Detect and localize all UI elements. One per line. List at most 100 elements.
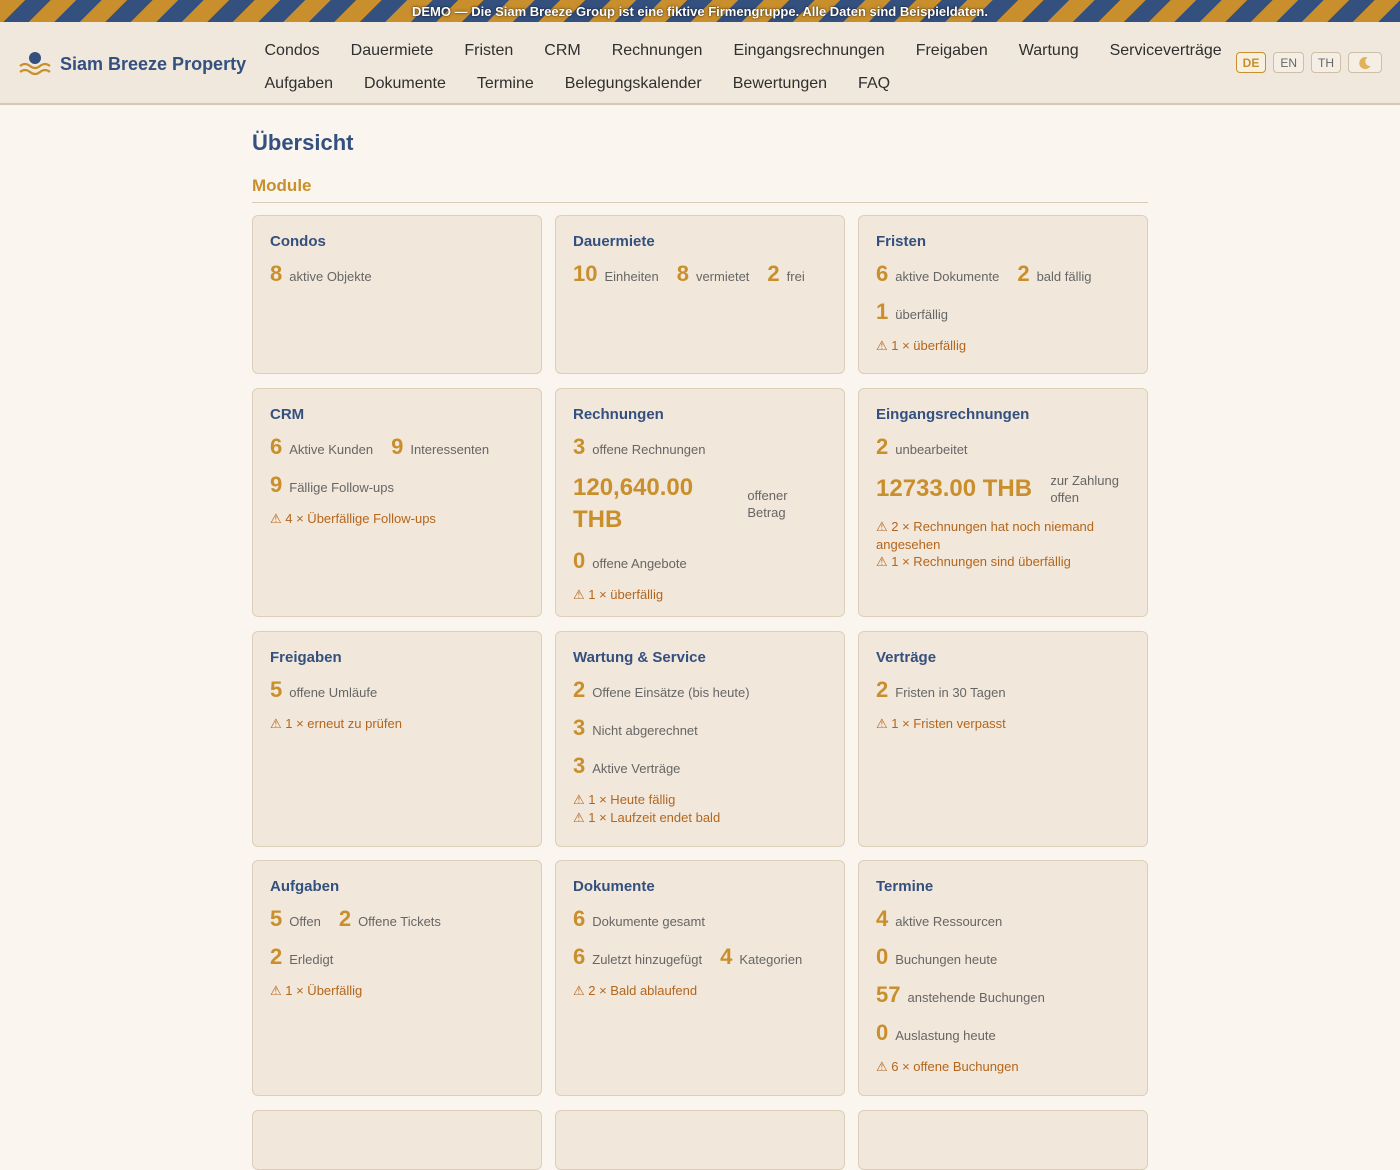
lang-de-button[interactable]: DE (1235, 52, 1267, 73)
nav-item-bewertungen[interactable]: Bewertungen (717, 75, 842, 93)
stat-row: 57 anstehende Buchungen (876, 982, 1130, 1008)
nav-item-rechnungen[interactable]: Rechnungen (596, 42, 718, 60)
stat-label: anstehende Buchungen (907, 990, 1045, 1005)
stat-value: 3 (573, 434, 586, 459)
card-partial-3[interactable] (858, 1110, 1148, 1170)
nav-row-1: Condos Dauermiete Fristen CRM Rechnungen… (249, 34, 1222, 67)
card-condos[interactable]: Condos 8 aktive Objekte (252, 215, 542, 374)
nav-item-faq[interactable]: FAQ (843, 75, 906, 93)
amount-stat: 120,640.00 THB offener Betrag (573, 472, 827, 536)
nav-item-fristen[interactable]: Fristen (449, 42, 529, 60)
stat-row: 8 aktive Objekte (270, 261, 524, 287)
stat: 3 Nicht abgerechnet (573, 715, 698, 741)
stat-label: Erledigt (289, 952, 334, 967)
stat-value: 2 (767, 261, 780, 286)
stat-value: 6 (270, 434, 283, 459)
stat-label: Zuletzt hinzugefügt (592, 952, 703, 967)
nav-item-condos[interactable]: Condos (249, 42, 335, 60)
stat-row: 6 Dokumente gesamt (573, 906, 827, 932)
card-termine[interactable]: Termine 4 aktive Ressourcen 0 Buchungen he… (858, 860, 1148, 1096)
stat-label: Einheiten (604, 269, 659, 284)
stat-row: 0 Auslastung heute (876, 1020, 1130, 1046)
nav-item-dauermiete[interactable]: Dauermiete (335, 42, 449, 60)
card-title: Fristen (876, 233, 927, 250)
stat: 6 Aktive Kunden (270, 434, 373, 460)
brand-link[interactable]: Siam Breeze Property (18, 50, 246, 78)
stat: 1 überfällig (876, 299, 948, 325)
stat-label: Aktive Kunden (289, 442, 374, 457)
stat-row: 6 aktive Dokumente 2 bald fällig (876, 261, 1130, 287)
stat-row: 2 unbearbeitet (876, 434, 1130, 460)
stat: 3 offene Rechnungen (573, 434, 706, 460)
stat-label: aktive Dokumente (895, 269, 1000, 284)
nav-item-dokumente[interactable]: Dokumente (349, 75, 462, 93)
stat-row: 0 offene Angebote (573, 548, 827, 574)
stat-value: 2 (573, 677, 586, 702)
section-title: Module (252, 176, 1148, 203)
lang-th-button[interactable]: TH (1311, 52, 1341, 73)
card-rechnungen[interactable]: Rechnungen 3 offene Rechnungen 120,640.00… (555, 388, 845, 617)
card-vertraege[interactable]: Verträge 2 Fristen in 30 Tagen ⚠ 1 × Fris… (858, 631, 1148, 847)
stat-label: Fristen in 30 Tagen (895, 685, 1006, 700)
amount-stat: 12733.00 THB zur Zahlung offen (876, 472, 1130, 506)
nav-item-crm[interactable]: CRM (529, 42, 596, 60)
nav-item-freigaben[interactable]: Freigaben (900, 42, 1003, 60)
stat-value: 0 (876, 944, 889, 969)
stat-row: 5 offene Umläufe (270, 677, 524, 703)
stat-label: Buchungen heute (895, 952, 998, 967)
stat-label: Nicht abgerechnet (592, 723, 698, 738)
nav-item-wartung[interactable]: Wartung (1003, 42, 1094, 60)
stat-row: 3 Nicht abgerechnet (573, 715, 827, 741)
card-fristen[interactable]: Fristen 6 aktive Dokumente 2 bald fällig 1… (858, 215, 1148, 374)
card-title: Eingangsrechnungen (876, 406, 1030, 423)
stat-row: 2 Fristen in 30 Tagen (876, 677, 1130, 703)
demo-banner-text: DEMO — Die Siam Breeze Group ist eine fi… (412, 3, 988, 19)
card-title: Rechnungen (573, 406, 664, 423)
nav-item-servicevertraege[interactable]: Serviceverträge (1094, 42, 1237, 60)
stat-value: 8 (270, 261, 283, 286)
stat-label: aktive Objekte (289, 269, 372, 284)
stat-value: 1 (876, 299, 889, 324)
stat-row: 9 Fällige Follow-ups (270, 472, 524, 498)
stat-value: 6 (573, 906, 586, 931)
stat-value: 9 (270, 472, 283, 497)
stat-row: 1 überfällig (876, 299, 1130, 325)
card-partial-1[interactable] (252, 1110, 542, 1170)
lang-en-button[interactable]: EN (1273, 52, 1304, 73)
warning-text: ⚠ 1 × überfällig (573, 587, 664, 602)
stat: 2 Fristen in 30 Tagen (876, 677, 1006, 703)
card-dokumente[interactable]: Dokumente 6 Dokumente gesamt 6 Zuletzt hin… (555, 860, 845, 1096)
stat: 5 Offen (270, 906, 321, 932)
warning-text: ⚠ 2 × Bald ablaufend (573, 983, 698, 998)
stat-value: 0 (573, 548, 586, 573)
stat: 0 Auslastung heute (876, 1020, 996, 1046)
nav-item-termine[interactable]: Termine (461, 75, 549, 93)
stat: 6 Dokumente gesamt (573, 906, 705, 932)
nav-item-aufgaben[interactable]: Aufgaben (249, 75, 349, 93)
stat-label: frei (786, 269, 805, 284)
amount-label: offener Betrag (747, 488, 788, 520)
stat: 8 aktive Objekte (270, 261, 372, 287)
card-freigaben[interactable]: Freigaben 5 offene Umläufe ⚠ 1 × erneut z… (252, 631, 542, 847)
stat: 2 Offene Tickets (339, 906, 441, 932)
card-partial-2[interactable] (555, 1110, 845, 1170)
stat: 57 anstehende Buchungen (876, 982, 1045, 1008)
stat-label: offene Umläufe (289, 685, 378, 700)
dark-mode-toggle[interactable] (1348, 52, 1382, 73)
nav-item-belegungskalender[interactable]: Belegungskalender (549, 75, 717, 93)
card-crm[interactable]: CRM 6 Aktive Kunden 9 Interessenten 9 Fälli… (252, 388, 542, 617)
card-wartung[interactable]: Wartung & Service 2 Offene Einsätze (bis … (555, 631, 845, 847)
stat-label: überfällig (895, 307, 949, 322)
card-eingangsrechnungen[interactable]: Eingangsrechnungen 2 unbearbeitet 12733.0… (858, 388, 1148, 617)
card-aufgaben[interactable]: Aufgaben 5 Offen 2 Offene Tickets 2 Erledig… (252, 860, 542, 1096)
stat-label: aktive Ressourcen (895, 914, 1003, 929)
card-title: Dokumente (573, 878, 655, 895)
stat-label: vermietet (695, 269, 750, 284)
stat: 6 aktive Dokumente (876, 261, 999, 287)
card-title: CRM (270, 406, 305, 423)
card-dauermiete[interactable]: Dauermiete 10 Einheiten 8 vermietet 2 frei (555, 215, 845, 374)
nav-item-eingangsrechnungen[interactable]: Eingangsrechnungen (718, 42, 900, 60)
stat: 2 Offene Einsätze (bis heute) (573, 677, 750, 703)
main-content: Übersicht Module Condos 8 aktive Objekte … (252, 104, 1148, 1170)
stat: 2 bald fällig (1017, 261, 1091, 287)
